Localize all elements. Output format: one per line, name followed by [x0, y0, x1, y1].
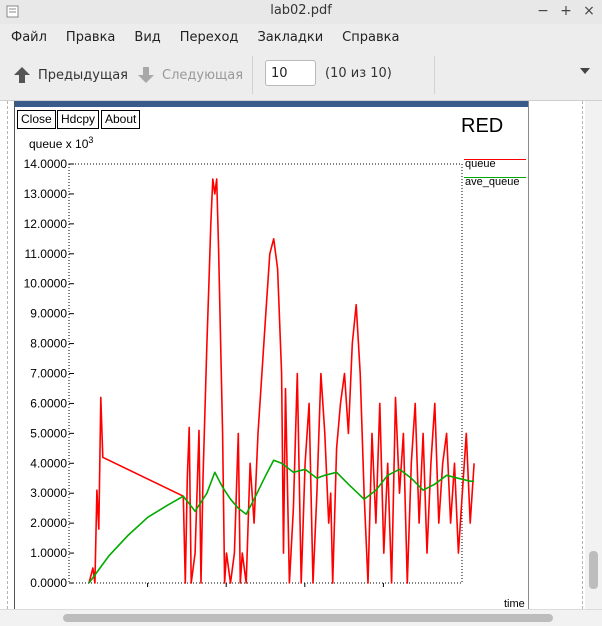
y-tick-label: 0.0000: [30, 576, 67, 590]
y-tick-label: 4.0000: [30, 456, 67, 470]
y-tick-label: 5.0000: [30, 426, 67, 440]
document-viewport[interactable]: Close Hdcpy About RED queue x 103 queue …: [0, 101, 602, 609]
y-tick-label: 14.0000: [24, 157, 68, 171]
toolbar-separator: [434, 56, 435, 94]
menu-go[interactable]: Переход: [169, 30, 247, 45]
page-edge: [528, 101, 529, 609]
y-tick-label: 7.0000: [30, 367, 67, 381]
y-tick-label: 13.0000: [24, 187, 68, 201]
menubar: Файл Правка Вид Переход Закладки Справка: [0, 24, 602, 50]
y-tick-label: 10.0000: [24, 277, 68, 291]
menu-bookmarks[interactable]: Закладки: [246, 30, 331, 45]
page-border: [7, 101, 8, 609]
toolbar-separator: [252, 56, 253, 94]
menu-help[interactable]: Справка: [331, 30, 407, 45]
vertical-scrollbar[interactable]: [585, 101, 602, 609]
menu-edit[interactable]: Правка: [55, 30, 123, 45]
y-tick-label: 9.0000: [30, 307, 67, 321]
queue-series-line: [88, 178, 475, 584]
plot-frame: [68, 163, 463, 584]
y-tick-label: 12.0000: [24, 217, 68, 231]
y-tick-label: 11.0000: [25, 247, 68, 261]
y-tick-label: 6.0000: [30, 396, 67, 410]
horizontal-scrollbar[interactable]: [0, 609, 602, 626]
window-title: lab02.pdf: [270, 3, 332, 18]
next-page-button[interactable]: Следующая: [136, 63, 243, 87]
maximize-button[interactable]: +: [559, 3, 573, 19]
menu-file[interactable]: Файл: [0, 30, 55, 45]
page-number-input[interactable]: [265, 60, 316, 86]
next-page-label: Следующая: [162, 67, 244, 83]
prev-page-label: Предыдущая: [38, 67, 128, 83]
page-count: (10 из 10): [325, 66, 392, 81]
vertical-scrollbar-thumb[interactable]: [589, 551, 598, 589]
arrow-up-icon: [14, 67, 30, 83]
y-tick-label: 3.0000: [30, 486, 67, 500]
y-tick-label: 2.0000: [30, 516, 67, 530]
y-tick-label: 1.0000: [30, 546, 67, 560]
toolbar-menu-icon[interactable]: [578, 66, 592, 76]
x-axis-label: time: [504, 598, 525, 609]
minimize-button[interactable]: −: [536, 3, 550, 19]
prev-page-button[interactable]: Предыдущая: [12, 63, 128, 87]
y-tick-label: 8.0000: [30, 337, 67, 351]
horizontal-scrollbar-thumb[interactable]: [63, 614, 553, 622]
xgraph-window: Close Hdcpy About RED queue x 103 queue …: [14, 101, 529, 609]
queue-chart: 0.0000 1.0000 2.0000 3.0000 4.0000 5.0000 6.00…: [24, 157, 475, 590]
window-titlebar: lab02.pdf − + ×: [0, 0, 602, 25]
page-border: [582, 101, 583, 609]
menu-view[interactable]: Вид: [123, 30, 168, 45]
close-button[interactable]: ×: [582, 3, 596, 19]
arrow-down-icon: [138, 67, 154, 83]
